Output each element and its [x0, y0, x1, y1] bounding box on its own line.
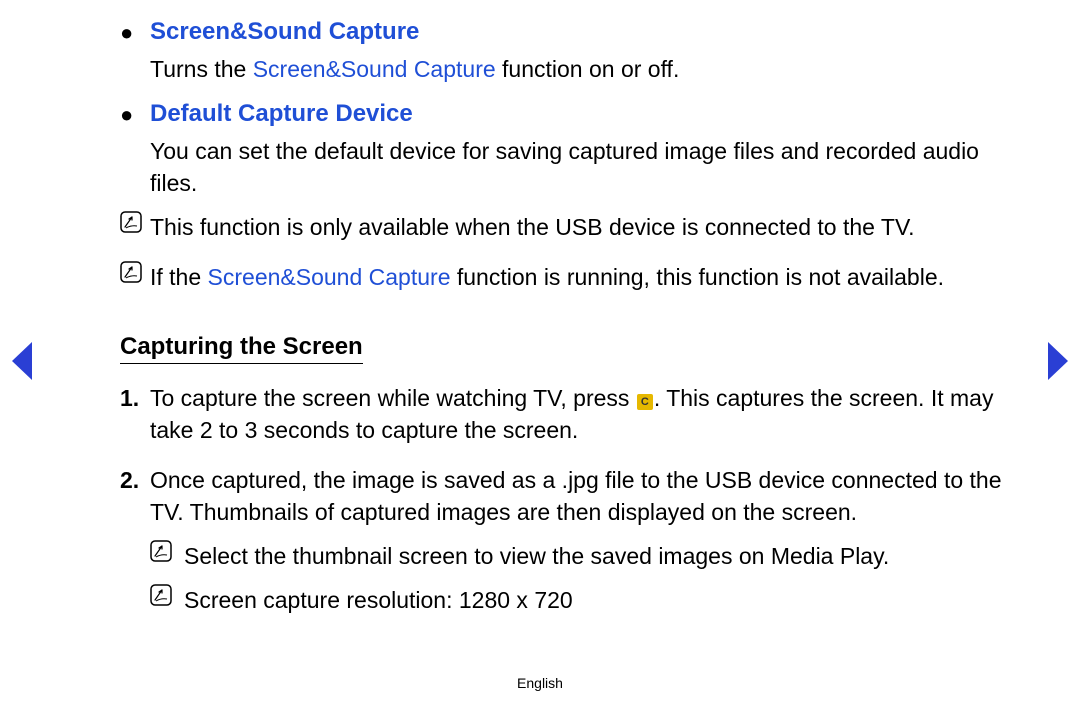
note-text: Select the thumbnail screen to view the …	[184, 540, 889, 572]
bullet-dot-icon: ●	[120, 97, 150, 131]
note-icon	[120, 261, 150, 293]
note-icon	[150, 584, 184, 616]
step-text: Once captured, the image is saved as a .…	[150, 464, 1020, 528]
subheading-capturing-screen: Capturing the Screen	[120, 333, 363, 364]
note-text: Screen capture resolution: 1280 x 720	[184, 584, 573, 616]
remote-c-button-icon: C	[637, 394, 653, 410]
bullet-title: Screen&Sound Capture	[150, 15, 419, 49]
text-fragment: Turns the	[150, 56, 253, 82]
text-fragment: If the	[150, 264, 208, 290]
footer-language-label: English	[0, 675, 1080, 691]
text-fragment: function on or off.	[496, 56, 680, 82]
text-fragment: function is running, this function is no…	[450, 264, 944, 290]
note-row: Select the thumbnail screen to view the …	[150, 540, 1020, 572]
text-fragment: To capture the screen while watching TV,…	[150, 385, 636, 411]
note-icon	[120, 211, 150, 243]
step-marker: 1.	[120, 382, 150, 446]
bullet-description: You can set the default device for savin…	[150, 135, 1020, 199]
numbered-step-2: 2. Once captured, the image is saved as …	[120, 464, 1020, 528]
note-row: If the Screen&Sound Capture function is …	[120, 261, 1020, 293]
bullet-dot-icon: ●	[120, 15, 150, 49]
note-text: This function is only available when the…	[150, 211, 915, 243]
manual-page: ● Screen&Sound Capture Turns the Screen&…	[0, 0, 1080, 705]
note-row: Screen capture resolution: 1280 x 720	[150, 584, 1020, 616]
nav-previous-button[interactable]	[8, 340, 36, 382]
bullet-title: Default Capture Device	[150, 97, 413, 131]
inline-link-text: Screen&Sound Capture	[208, 264, 451, 290]
numbered-step-1: 1. To capture the screen while watching …	[120, 382, 1020, 446]
inline-link-text: Screen&Sound Capture	[253, 56, 496, 82]
bullet-item-screen-sound-capture: ● Screen&Sound Capture	[120, 15, 1020, 49]
note-icon	[150, 540, 184, 572]
note-text: If the Screen&Sound Capture function is …	[150, 261, 944, 293]
step-marker: 2.	[120, 464, 150, 528]
step-text: To capture the screen while watching TV,…	[150, 382, 1020, 446]
bullet-item-default-capture-device: ● Default Capture Device	[120, 97, 1020, 131]
nav-next-button[interactable]	[1044, 340, 1072, 382]
note-row: This function is only available when the…	[120, 211, 1020, 243]
bullet-description: Turns the Screen&Sound Capture function …	[150, 53, 1020, 85]
